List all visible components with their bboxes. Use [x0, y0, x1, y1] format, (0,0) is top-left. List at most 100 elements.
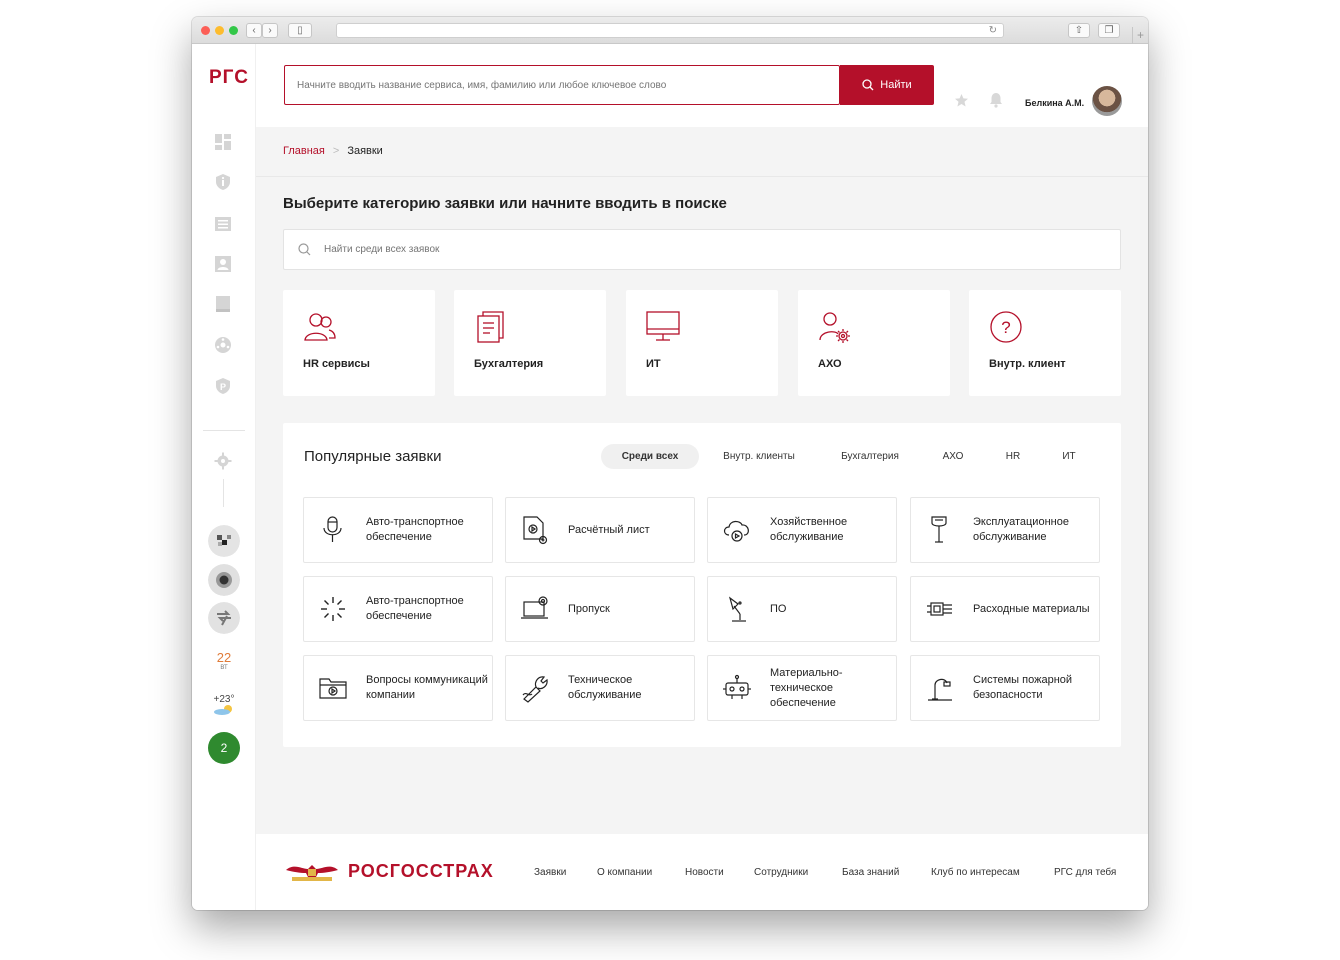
weather-temperature: +23° [213, 694, 235, 705]
request-tile-auto-transport[interactable]: Авто-транспортное обеспечение [303, 497, 493, 563]
forward-button[interactable]: › [262, 23, 278, 38]
header: Найти Белкина А.М. [256, 44, 1148, 127]
pipe-icon [928, 678, 952, 701]
request-tile-logistics[interactable]: Материально-техническое обеспечение [707, 655, 897, 721]
footer-link-knowledge-base[interactable]: База знаний [842, 867, 899, 878]
app-arrows-icon[interactable] [208, 602, 240, 634]
request-tile-label: Расчётный лист [568, 523, 650, 536]
filter-tab-aho[interactable]: АХО [933, 444, 973, 469]
dashboard-icon[interactable] [214, 133, 232, 151]
request-tile-fire-safety[interactable]: Системы пожарной безопасности [910, 655, 1100, 721]
request-tile-technical-service[interactable]: Техническое обслуживание [505, 655, 695, 721]
parking-shield-icon[interactable]: P [214, 377, 232, 395]
search-icon [862, 79, 874, 91]
close-window-button[interactable] [201, 26, 210, 35]
request-tile-auto-transport-2[interactable]: Авто-транспортное обеспечение [303, 576, 493, 642]
popular-requests-title: Популярные заявки [304, 448, 442, 465]
request-tile-label: Авто-транспортное обеспечение [366, 516, 464, 543]
filter-tab-accounting[interactable]: Бухгалтерия [827, 444, 913, 469]
request-tile-household[interactable]: Хозяйственное обслуживание [707, 497, 897, 563]
request-tile-communications[interactable]: Вопросы коммуникаций компании [303, 655, 493, 721]
request-tile-payslip[interactable]: Расчётный лист [505, 497, 695, 563]
breadcrumb-home-link[interactable]: Главная [283, 145, 325, 157]
app-mosaic-icon[interactable] [208, 525, 240, 557]
info-shield-icon[interactable] [214, 173, 232, 191]
user-gear-icon [819, 312, 850, 343]
filter-tab-internal-clients[interactable]: Внутр. клиенты [711, 444, 807, 469]
request-tile-pass[interactable]: Пропуск [505, 576, 695, 642]
rgs-logo[interactable]: РГС [209, 67, 249, 89]
footer-link-news[interactable]: Новости [685, 867, 724, 878]
employee-card-icon[interactable] [214, 255, 232, 273]
request-tile-label: Вопросы коммуникаций компании [366, 674, 488, 701]
request-tile-consumables[interactable]: Расходные материалы [910, 576, 1100, 642]
cloud-play-icon [723, 520, 749, 542]
category-label: ИТ [646, 358, 661, 370]
new-tab-icon[interactable]: + [1132, 27, 1148, 44]
monitor-icon [646, 311, 680, 341]
microphone-icon [323, 516, 342, 542]
request-tile-maintenance[interactable]: Эксплуатационное обслуживание [910, 497, 1100, 563]
footer-link-rgs-for-you[interactable]: РГС для тебя [1054, 867, 1116, 878]
address-bar[interactable]: ↻ [336, 23, 1004, 38]
page-title: Выберите категорию заявки или начните вв… [283, 195, 727, 212]
footer-brand[interactable]: РОСГОССТРАХ [348, 861, 494, 882]
reload-icon[interactable]: ↻ [989, 24, 997, 37]
category-accounting[interactable]: Бухгалтерия [454, 290, 606, 396]
filter-tab-all[interactable]: Среди всех [601, 444, 699, 469]
browser-window: ‹ › ▯ ↻ ⇧ ❐ + РГС P 22 ВТ +23° 2 Начните… [192, 17, 1148, 910]
gear-icon[interactable] [214, 452, 232, 470]
rgs-eagle-emblem-icon [286, 865, 338, 881]
search-button[interactable]: Найти [840, 65, 934, 105]
wrench-pen-icon [522, 676, 548, 703]
star-icon[interactable] [954, 93, 969, 108]
category-label: Бухгалтерия [474, 358, 544, 370]
footer-link-interest-club[interactable]: Клуб по интересам [931, 867, 1020, 878]
category-internal-client[interactable]: ? Внутр. клиент [969, 290, 1121, 396]
calendar-weekday: ВТ [220, 665, 228, 671]
category-it[interactable]: ИТ [626, 290, 778, 396]
category-label: HR сервисы [303, 358, 370, 370]
notification-badge[interactable]: 2 [208, 732, 240, 764]
people-icon [304, 313, 336, 341]
category-hr[interactable]: HR сервисы [283, 290, 435, 396]
main-content: Главная > Заявки Выберите категорию заявки… [256, 127, 1148, 834]
football-icon[interactable] [214, 336, 232, 354]
sidebar: РГС P 22 ВТ +23° 2 [192, 44, 256, 910]
share-icon[interactable]: ⇧ [1068, 23, 1090, 38]
sidebar-toggle-icon[interactable]: ▯ [288, 23, 312, 38]
global-search-input[interactable] [297, 66, 827, 104]
footer-link-requests[interactable]: Заявки [534, 867, 566, 878]
breadcrumb-divider [256, 176, 1148, 177]
document-play-icon [523, 516, 548, 545]
search-button-label: Найти [880, 79, 912, 91]
minimize-window-button[interactable] [215, 26, 224, 35]
filter-tab-it[interactable]: ИТ [1049, 444, 1089, 469]
book-icon[interactable] [214, 295, 232, 313]
tabs-icon[interactable]: ❐ [1098, 23, 1120, 38]
request-search-input[interactable] [324, 230, 1104, 269]
filter-tab-hr[interactable]: HR [993, 444, 1033, 469]
question-icon: ? [990, 311, 1022, 343]
back-button[interactable]: ‹ [246, 23, 262, 38]
bell-icon[interactable] [989, 92, 1003, 108]
user-name[interactable]: Белкина А.М. [1025, 98, 1084, 108]
lamp-icon [931, 516, 947, 543]
request-tile-label: Хозяйственное обслуживание [770, 516, 848, 543]
maximize-window-button[interactable] [229, 26, 238, 35]
weather-widget[interactable]: +23° [206, 694, 242, 718]
category-label: АХО [818, 358, 842, 370]
request-tile-software[interactable]: ПО [707, 576, 897, 642]
footer-link-employees[interactable]: Сотрудники [754, 867, 808, 878]
sidebar-divider [203, 430, 245, 431]
avatar[interactable] [1092, 86, 1122, 116]
breadcrumb-separator-icon: > [332, 145, 340, 157]
category-aho[interactable]: АХО [798, 290, 950, 396]
footer-link-about[interactable]: О компании [597, 867, 652, 878]
browser-toolbar: ‹ › ▯ ↻ ⇧ ❐ + [192, 17, 1148, 44]
calendar-widget[interactable]: 22 ВТ [209, 650, 239, 682]
request-tile-label: Расходные материалы [973, 602, 1090, 615]
footer: РОСГОССТРАХ Заявки О компании Новости Со… [256, 834, 1148, 910]
app-camera-icon[interactable] [208, 564, 240, 596]
news-icon[interactable] [214, 215, 232, 233]
